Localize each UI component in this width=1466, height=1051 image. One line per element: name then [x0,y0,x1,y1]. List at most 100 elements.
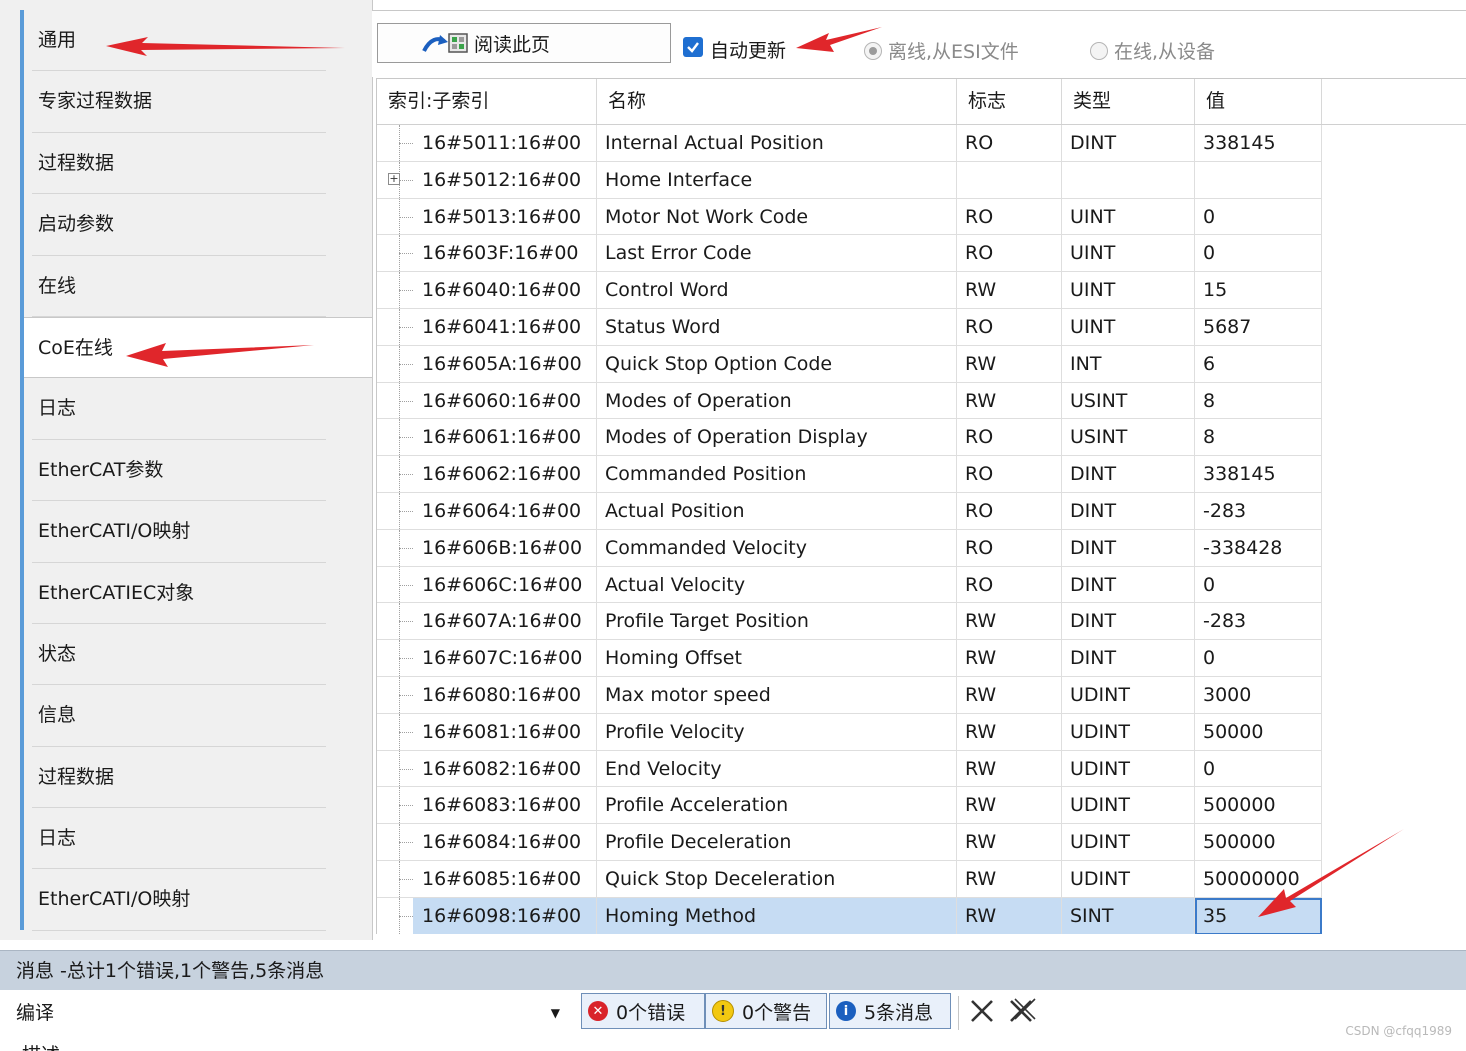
warnings-filter-button[interactable]: ! 0个警告 [705,993,827,1029]
sidebar-tab-item[interactable]: 启动参数 [24,194,372,256]
table-row[interactable]: 16#6040:16#00 Control Word RW UINT 15 [377,272,1466,309]
online-radio-button[interactable] [1090,41,1108,60]
sidebar-tab-label: EtherCATIEC对象 [38,581,195,604]
cell-value[interactable]: 0 [1195,566,1322,604]
table-row[interactable]: 16#6085:16#00 Quick Stop Deceleration RW UD… [377,860,1466,898]
tree-guide-branch [399,290,413,292]
cell-value[interactable]: 50000 [1195,713,1322,751]
tree-guide-branch [399,805,413,807]
cell-type-text: DINT [1070,463,1117,486]
cell-name: Homing Method [597,897,957,934]
cell-name-text: Max motor speed [605,683,771,706]
cell-value[interactable]: 35 [1195,897,1322,934]
column-header-type[interactable]: 类型 [1062,79,1195,124]
column-header-name[interactable]: 名称 [597,79,957,124]
clear-x-icon[interactable] [968,996,996,1026]
column-header-value[interactable]: 值 [1195,79,1322,124]
cell-value-text: -283 [1203,499,1247,522]
cell-value[interactable]: 8 [1195,382,1322,420]
table-row[interactable]: 16#5011:16#00 Internal Actual Position RO D… [377,125,1466,162]
table-row[interactable]: 16#6098:16#00 Homing Method RW SINT 35 [377,897,1466,934]
cell-value[interactable]: 5687 [1195,308,1322,346]
sidebar-tab-item[interactable]: 状态 [24,624,372,686]
sidebar-tab-item[interactable]: EtherCATIEC对象 [24,563,372,625]
cell-value[interactable]: -283 [1195,492,1322,530]
table-row[interactable]: 16#6060:16#00 Modes of Operation RW USINT 8 [377,382,1466,420]
sidebar-tab-item[interactable]: 过程数据 [24,747,372,809]
cell-name-text: Status Word [605,315,721,338]
table-row[interactable]: 16#6081:16#00 Profile Velocity RW UDINT 5000… [377,713,1466,751]
message-category-value: 编译 [16,1002,55,1024]
cell-value[interactable]: 0 [1195,235,1322,273]
table-row[interactable]: 16#5013:16#00 Motor Not Work Code RO UINT 0 [377,198,1466,236]
coe-online-toolbar: 阅读此页 自动更新 离线,从ESI文件 在线,从设备 [372,10,1466,77]
cell-type-text: DINT [1070,647,1117,670]
cell-value[interactable] [1195,161,1322,199]
cell-index-text: 16#6040:16#00 [422,279,582,302]
cell-value[interactable]: 6 [1195,345,1322,383]
cell-name: Actual Position [597,492,957,530]
table-row[interactable]: 16#6064:16#00 Actual Position RO DINT -283 [377,492,1466,530]
cell-flag: RO [957,198,1062,236]
sidebar-tab-item[interactable]: 过程数据 [24,133,372,195]
table-row[interactable]: 16#6082:16#00 End Velocity RW UDINT 0 [377,750,1466,788]
cell-name: Max motor speed [597,676,957,714]
cell-value[interactable]: 3000 [1195,676,1322,714]
errors-filter-button[interactable]: ✕ 0个错误 [581,993,705,1029]
messages-header: 消息 -总计1个错误,1个警告,5条消息 [0,950,1466,990]
table-row[interactable]: 16#6061:16#00 Modes of Operation Display R… [377,419,1466,457]
cell-value[interactable]: 50000000 [1195,860,1322,898]
info-filter-button[interactable]: i 5条消息 [829,993,951,1029]
sidebar-tab-item[interactable]: EtherCAT参数 [24,440,372,502]
online-device-radio[interactable]: 在线,从设备 [1090,37,1215,64]
sidebar-tab-item[interactable]: 在线 [24,256,372,318]
message-category-dropdown[interactable]: 编译 ▼ [6,994,568,1032]
column-header-flag[interactable]: 标志 [957,79,1062,124]
sidebar-tab-item[interactable]: EtherCATI/O映射 [24,501,372,563]
table-row[interactable]: 16#6080:16#00 Max motor speed RW UDINT 3000 [377,676,1466,714]
table-row[interactable]: 16#6084:16#00 Profile Deceleration RW UDINT… [377,824,1466,861]
cell-value[interactable]: 500000 [1195,787,1322,825]
sidebar-tab-item[interactable]: 信息 [24,685,372,748]
offline-esi-radio[interactable]: 离线,从ESI文件 [864,37,1019,64]
offline-radio-button[interactable] [864,41,882,60]
sidebar-tab-item[interactable]: 专家过程数据 [24,71,372,134]
cell-flag: RO [957,566,1062,604]
auto-update-label[interactable]: 自动更新 [710,36,786,63]
cell-value[interactable]: 15 [1195,272,1322,309]
cell-index: 16#6061:16#00 [377,419,597,457]
table-row[interactable]: 16#6062:16#00 Commanded Position RO DINT 338… [377,456,1466,493]
cell-value[interactable]: 500000 [1195,824,1322,861]
table-row[interactable]: 16#606C:16#00 Actual Velocity RO DINT 0 [377,566,1466,604]
read-page-button[interactable]: 阅读此页 [377,23,671,63]
sidebar-tab-item[interactable]: 通用 [24,10,372,72]
cell-value[interactable]: -283 [1195,603,1322,641]
sidebar-tab-item[interactable]: 日志 [24,808,372,870]
cell-value[interactable]: 0 [1195,750,1322,788]
sidebar-tab-item[interactable]: 日志 [24,378,372,441]
table-row[interactable]: 16#607A:16#00 Profile Target Position RW DI… [377,603,1466,641]
cell-index-text: 16#6060:16#00 [422,389,582,412]
table-row[interactable]: 16#605A:16#00 Quick Stop Option Code RW INT… [377,345,1466,383]
cell-value[interactable]: 338145 [1195,456,1322,493]
sidebar-tab-item[interactable]: CoE在线 [24,316,372,379]
sidebar-tab-item[interactable]: EtherCATI/O映射 [24,869,372,932]
auto-update-checkbox[interactable] [683,37,703,57]
cell-value[interactable]: -338428 [1195,529,1322,567]
clear-all-icon[interactable] [1006,996,1038,1026]
cell-flag-text: RO [965,426,994,449]
table-row[interactable]: 16#607C:16#00 Homing Offset RW DINT 0 [377,640,1466,677]
cell-name: Profile Deceleration [597,824,957,861]
cell-value[interactable]: 8 [1195,419,1322,457]
table-row[interactable]: 16#6041:16#00 Status Word RO UINT 5687 [377,308,1466,346]
table-row[interactable]: 16#603F:16#00 Last Error Code RO UINT 0 [377,235,1466,273]
cell-value[interactable]: 0 [1195,198,1322,236]
expand-plus-icon[interactable]: + [388,172,400,185]
table-row[interactable]: +16#5012:16#00 Home Interface [377,161,1466,199]
cell-value[interactable]: 0 [1195,640,1322,677]
column-header-index[interactable]: 索引:子索引 [377,79,597,124]
cell-index-text: 16#6080:16#00 [422,683,582,706]
table-row[interactable]: 16#6083:16#00 Profile Acceleration RW UDINT… [377,787,1466,825]
cell-value[interactable]: 338145 [1195,125,1322,162]
table-row[interactable]: 16#606B:16#00 Commanded Velocity RO DINT -33… [377,529,1466,567]
